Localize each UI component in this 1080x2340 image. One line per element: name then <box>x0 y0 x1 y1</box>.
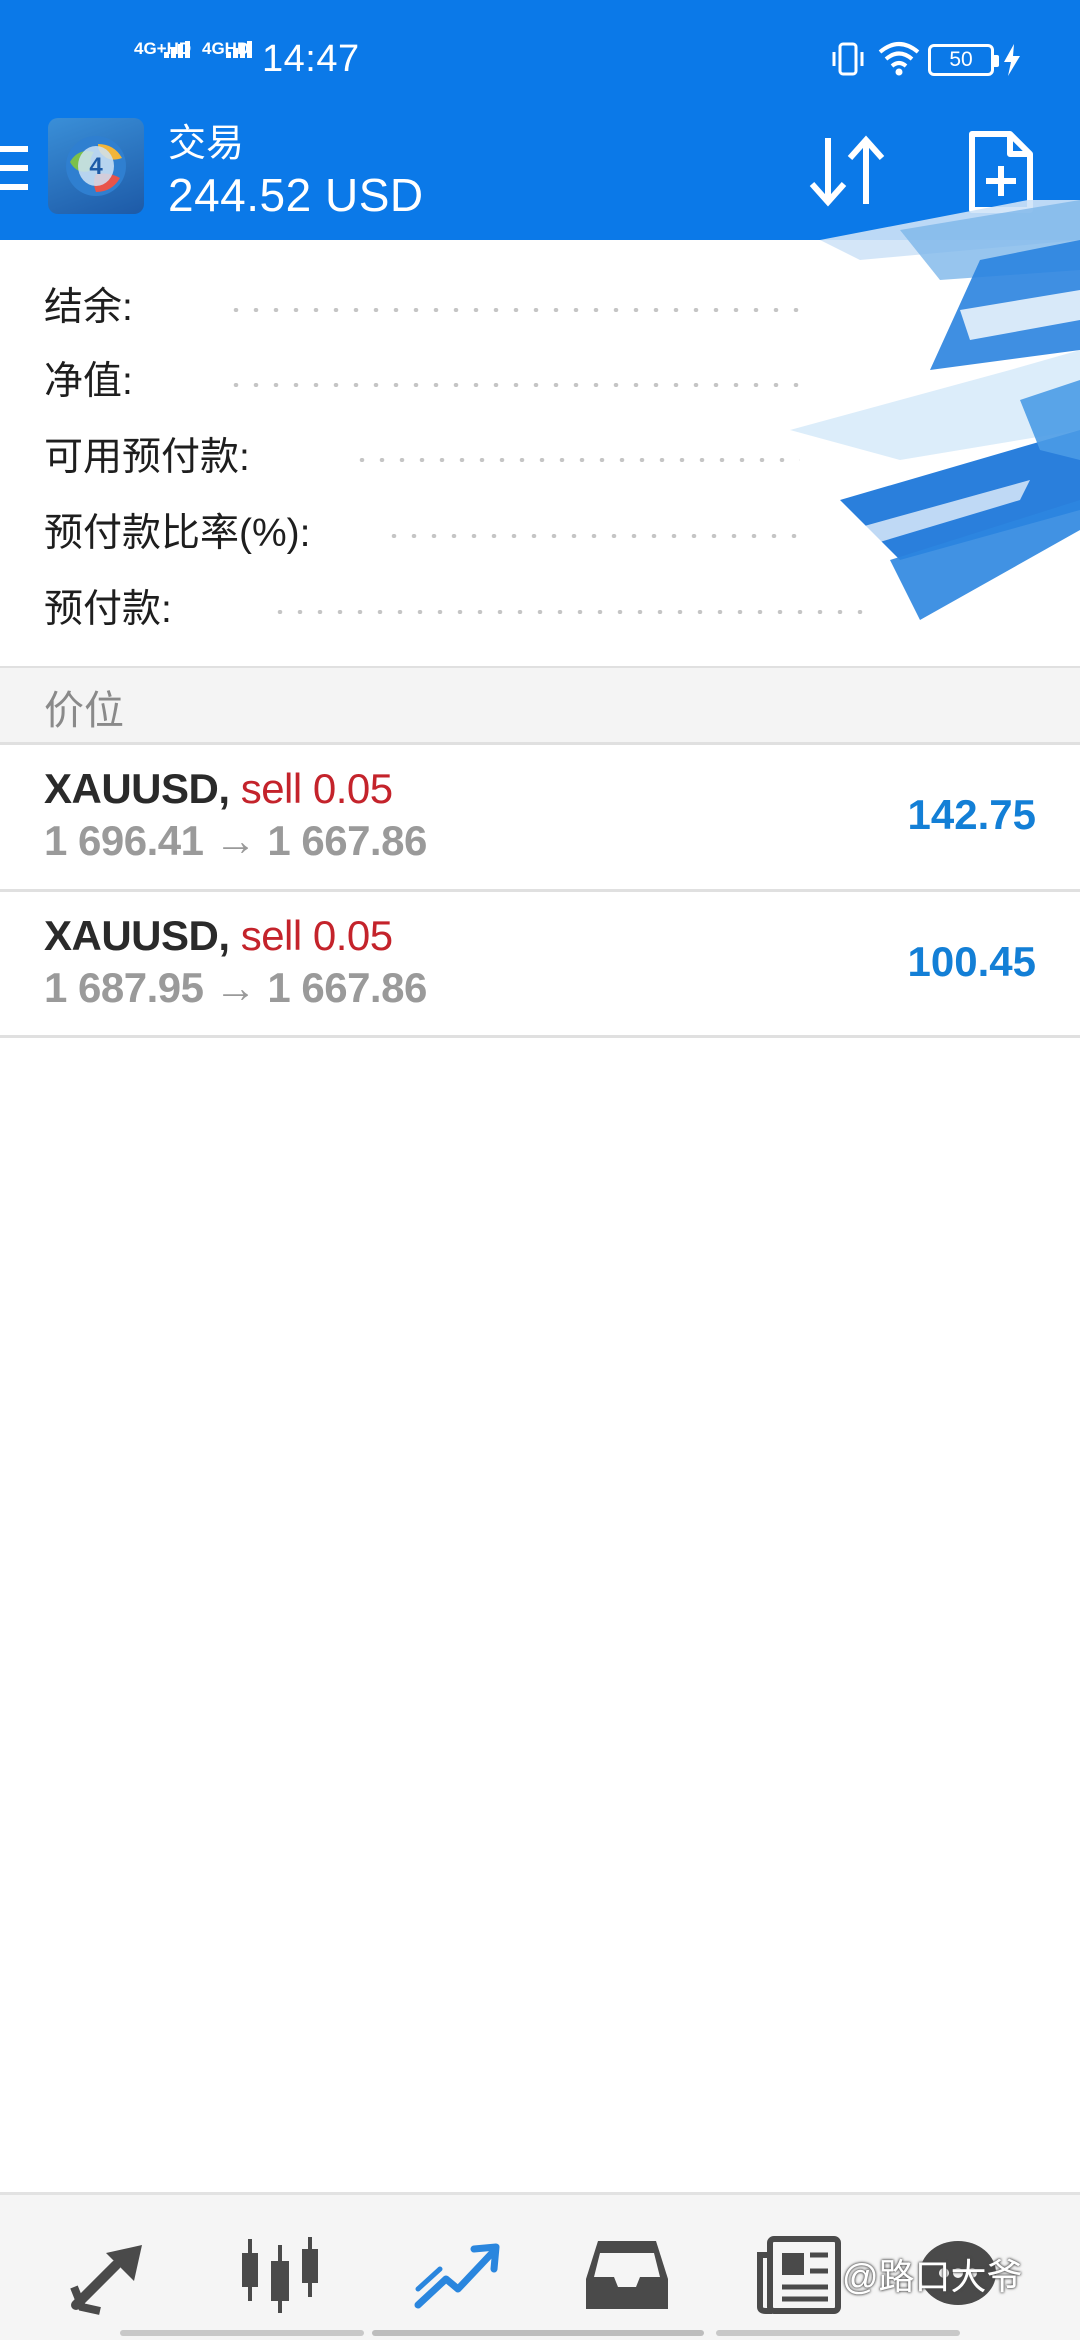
position-symbol-line: XAUUSD, sell 0.05 <box>44 765 393 813</box>
position-profit: 142.75 <box>907 791 1036 838</box>
position-row[interactable]: XAUUSD, sell 0.05 1 687.95 → 1 667.86 10… <box>0 892 1080 1036</box>
summary-dots <box>384 534 800 538</box>
history-icon[interactable] <box>582 2235 672 2315</box>
decorative-splash-image <box>790 200 1080 620</box>
summary-label-margin: 预付款: <box>44 588 172 631</box>
news-icon[interactable] <box>756 2235 846 2315</box>
summary-dots <box>352 458 800 462</box>
position-profit: 100.45 <box>907 938 1036 985</box>
network-indicator-2: 4GHD <box>202 40 256 74</box>
position-row[interactable]: XAUUSD, sell 0.05 1 696.41 → 1 667.86 14… <box>0 745 1080 889</box>
summary-dots <box>226 383 810 387</box>
section-title: 价位 <box>44 689 124 733</box>
network-indicator-1: 4G+HD <box>134 39 192 58</box>
trade-icon[interactable] <box>412 2235 502 2315</box>
app-logo-icon: 4 <box>48 118 144 214</box>
summary-label-free-margin: 可用预付款: <box>44 436 250 479</box>
page-title: 交易 <box>168 123 245 165</box>
position-side: sell 0.05 <box>240 912 393 959</box>
nav-indicator <box>716 2330 960 2336</box>
quotes-icon[interactable] <box>66 2235 156 2315</box>
summary-label-equity: 净值: <box>44 360 133 403</box>
status-time: 14:47 <box>262 38 360 80</box>
summary-dots <box>226 308 810 312</box>
header-balance: 244.52 USD <box>168 169 424 221</box>
vibrate-icon <box>832 42 864 76</box>
chart-icon[interactable] <box>236 2235 326 2315</box>
svg-text:4: 4 <box>89 153 103 180</box>
position-symbol-line: XAUUSD, sell 0.05 <box>44 912 393 960</box>
watermark-text: @路口大爷 <box>842 2256 1023 2297</box>
summary-label-balance: 结余: <box>44 286 133 329</box>
nav-indicator-active <box>372 2330 704 2336</box>
nav-indicator <box>120 2330 364 2336</box>
status-bar: 4G+HD 4GHD 14:47 50 <box>0 0 1080 120</box>
position-side: sell 0.05 <box>240 765 393 812</box>
summary-label-margin-level: 预付款比率(%): <box>44 512 311 555</box>
position-prices: 1 687.95 → 1 667.86 <box>44 964 427 1011</box>
wifi-icon <box>878 42 920 76</box>
position-prices: 1 696.41 → 1 667.86 <box>44 817 427 864</box>
position-symbol: XAUUSD, <box>44 912 230 959</box>
battery-icon: 50 <box>928 44 999 76</box>
section-header-positions: 价位 <box>0 668 1080 742</box>
divider <box>0 1035 1080 1038</box>
charging-bolt-icon <box>1004 44 1020 76</box>
menu-icon[interactable] <box>0 146 30 192</box>
position-symbol: XAUUSD, <box>44 765 230 812</box>
